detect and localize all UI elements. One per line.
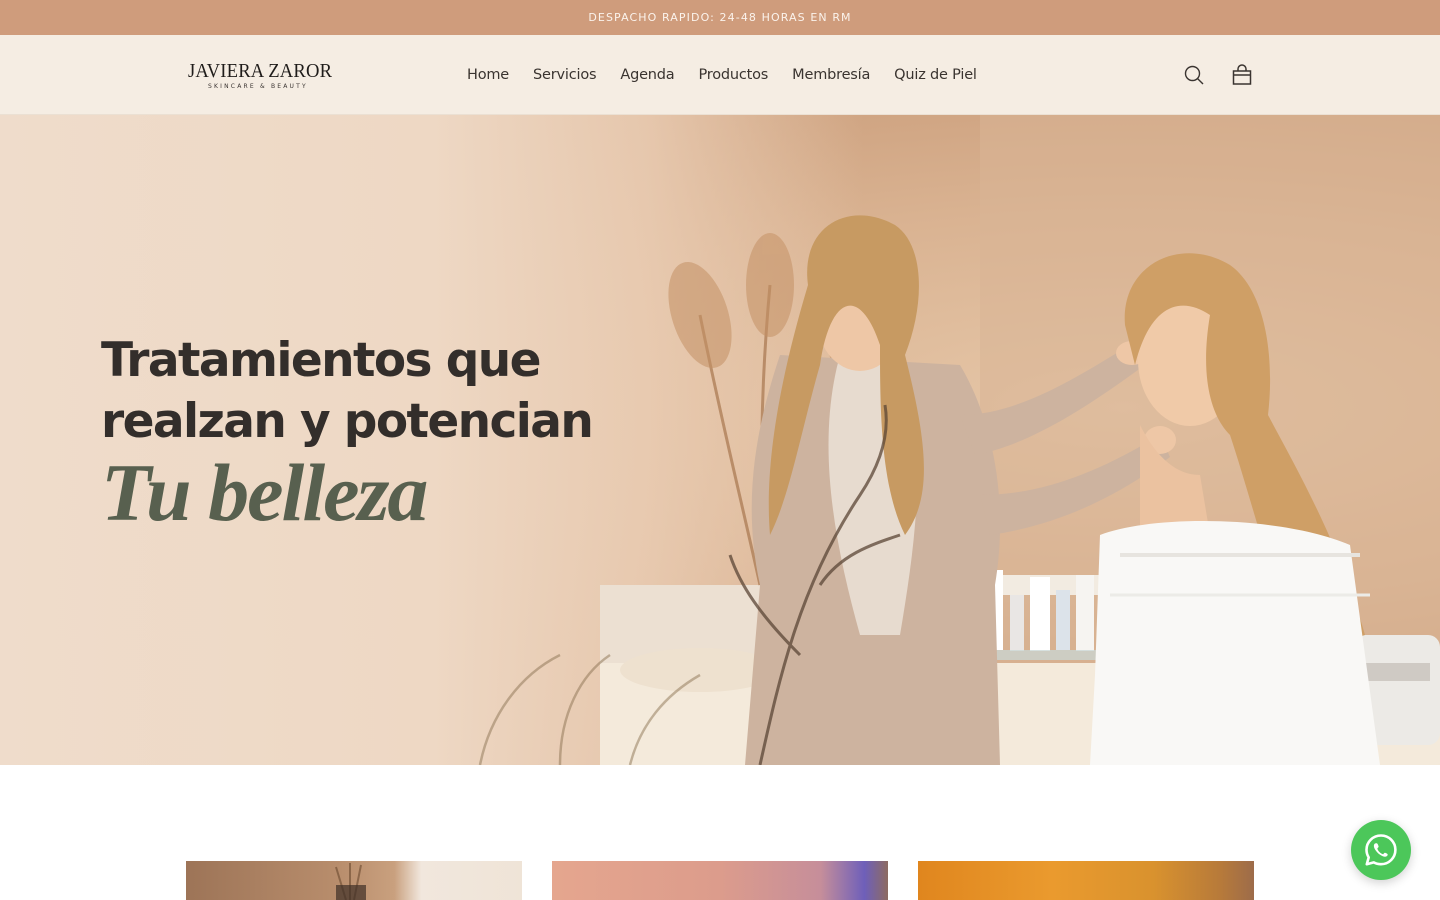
site-header: JAVIERA ZAROR SKINCARE & BEAUTY Home Ser…: [0, 35, 1440, 115]
dried-pampas-icon: [335, 863, 366, 900]
logo-name: JAVIERA ZAROR: [188, 60, 333, 82]
nav-item-membresia[interactable]: Membresía: [792, 67, 870, 83]
hero-title-line-2: realzan y potencian: [101, 394, 594, 449]
brand-logo[interactable]: JAVIERA ZAROR SKINCARE & BEAUTY: [188, 60, 333, 90]
whatsapp-button[interactable]: [1351, 820, 1411, 880]
hero-heading: Tratamientos que realzan y potencian Tu …: [101, 330, 594, 538]
service-cards: [0, 861, 1440, 900]
announcement-bar: DESPACHO RAPIDO: 24-48 HORAS EN RM: [0, 0, 1440, 35]
whatsapp-icon: [1365, 834, 1397, 866]
main-nav: Home Servicios Agenda Productos Membresí…: [467, 35, 977, 115]
nav-item-servicios[interactable]: Servicios: [533, 67, 597, 83]
logo-tagline: SKINCARE & BEAUTY: [208, 83, 308, 90]
nav-item-home[interactable]: Home: [467, 67, 509, 83]
service-card-image[interactable]: [186, 861, 522, 900]
service-card-image[interactable]: [918, 861, 1254, 900]
service-card-image[interactable]: [552, 861, 888, 900]
announcement-text: DESPACHO RAPIDO: 24-48 HORAS EN RM: [588, 11, 852, 24]
hero-title-line-1: Tratamientos que: [101, 333, 541, 388]
search-icon[interactable]: [1182, 63, 1206, 87]
nav-item-productos[interactable]: Productos: [698, 67, 768, 83]
hero-banner: Tratamientos que realzan y potencian Tu …: [0, 115, 1440, 765]
shopping-bag-icon[interactable]: [1230, 63, 1254, 87]
nav-item-quiz-de-piel[interactable]: Quiz de Piel: [894, 67, 977, 83]
hero-script-title: Tu belleza: [101, 447, 428, 538]
nav-item-agenda[interactable]: Agenda: [620, 67, 674, 83]
